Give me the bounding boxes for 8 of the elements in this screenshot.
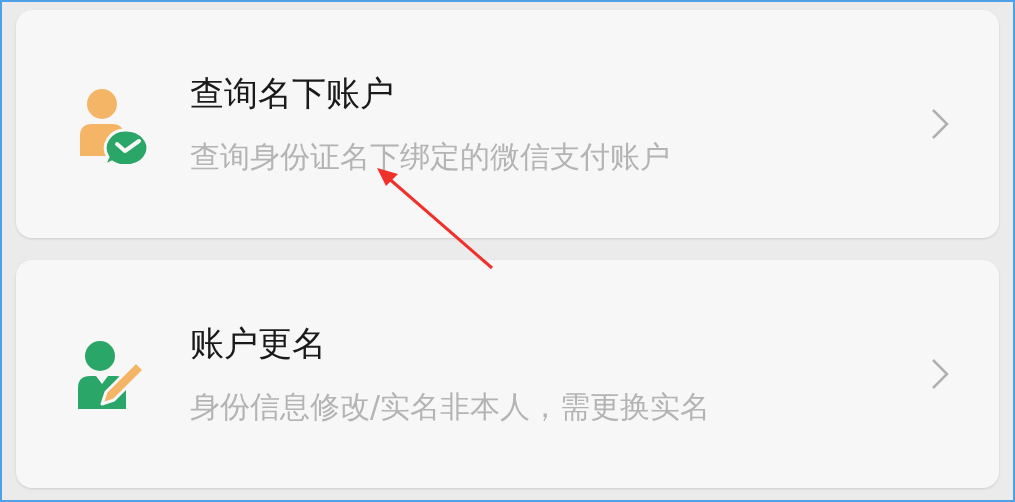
chevron-right-icon: [931, 108, 949, 140]
list-card[interactable]: 账户更名 身份信息修改/实名非本人，需更换实名: [16, 260, 999, 488]
chevron-right-icon: [931, 358, 949, 390]
card-subtitle: 身份信息修改/实名非本人，需更换实名: [190, 388, 712, 426]
card-subtitle: 查询身份证名下绑定的微信支付账户: [190, 138, 671, 176]
card-title: 查询名下账户: [190, 72, 395, 115]
card-title: 账户更名: [190, 322, 327, 365]
list-card[interactable]: 查询名下账户 查询身份证名下绑定的微信支付账户: [16, 10, 999, 238]
